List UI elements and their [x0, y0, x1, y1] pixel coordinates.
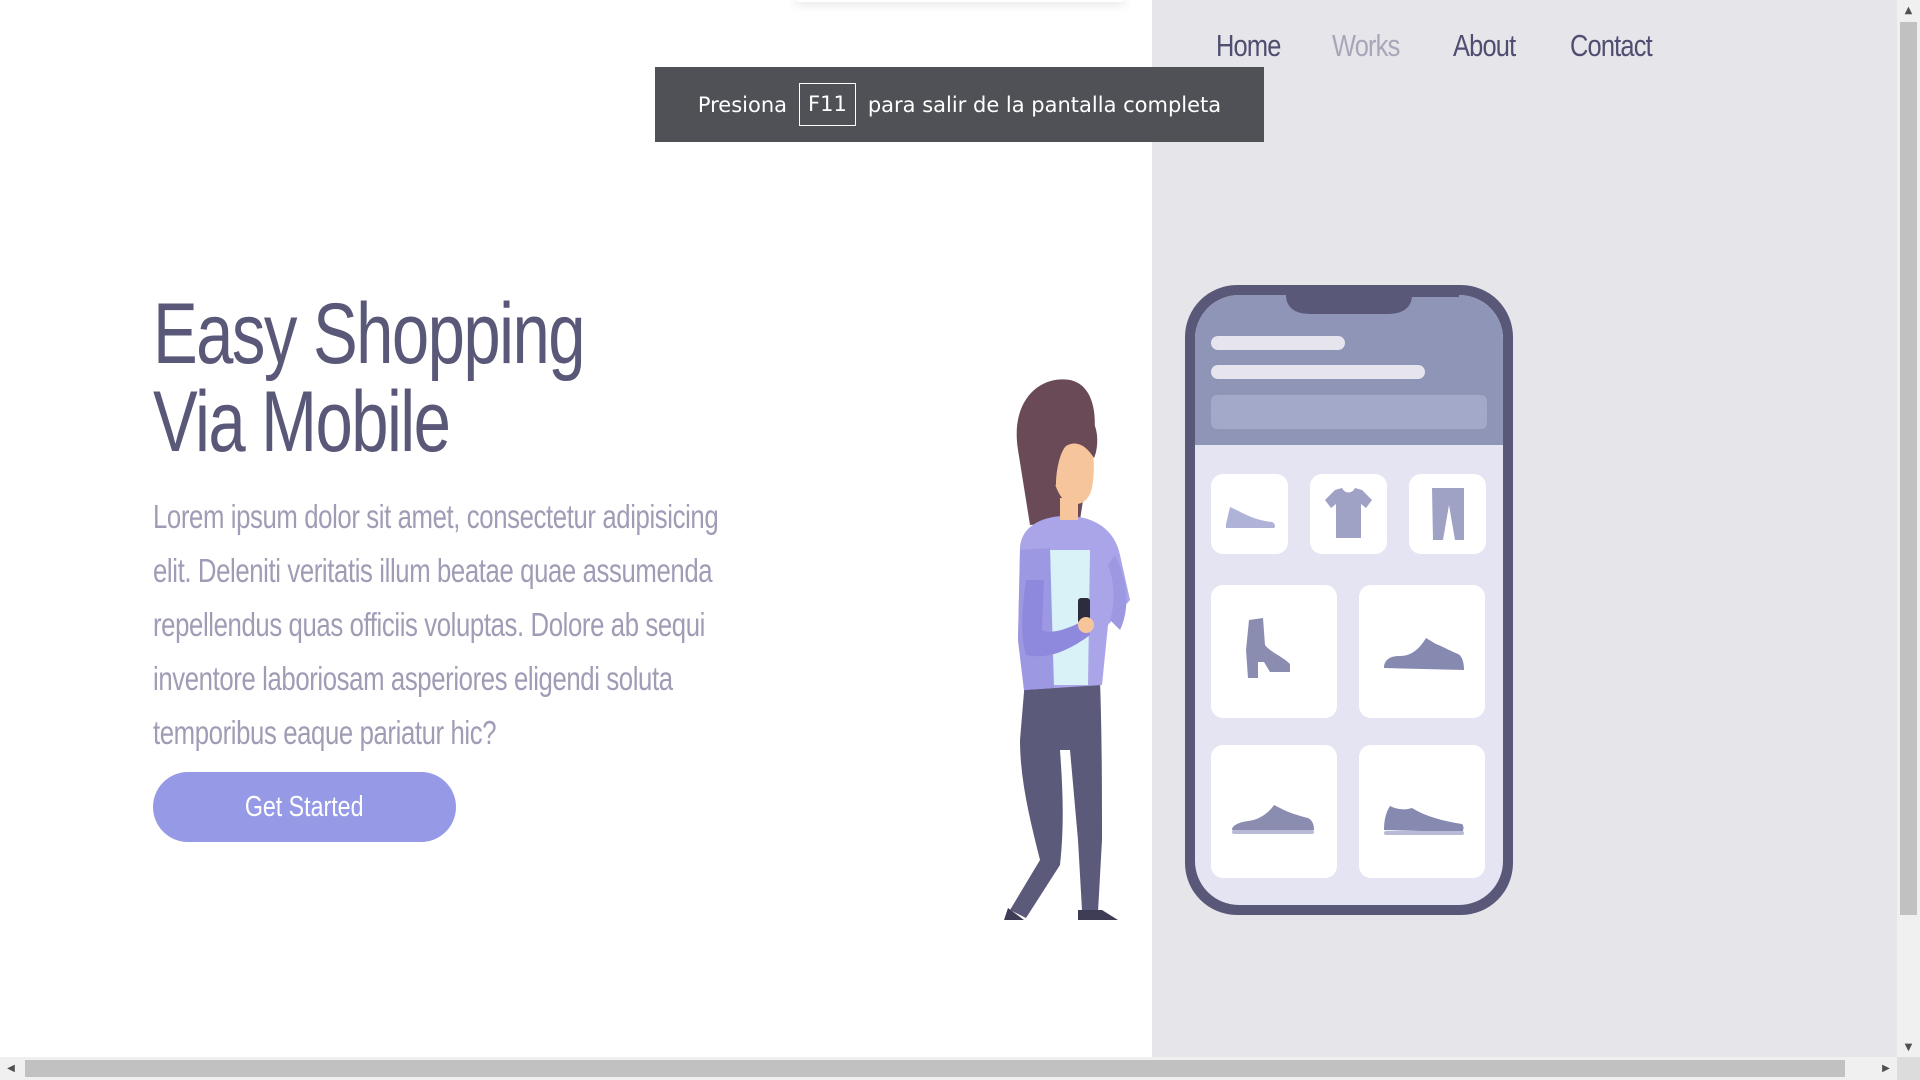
get-started-button[interactable]: Get Started: [153, 772, 456, 842]
horizontal-scroll-thumb[interactable]: [25, 1060, 1845, 1077]
scroll-down-arrow-icon[interactable]: ▼: [1897, 1037, 1920, 1057]
scroll-left-arrow-icon[interactable]: ◀: [0, 1057, 22, 1080]
scrollbar-corner: [1897, 1057, 1920, 1080]
nav-home[interactable]: Home: [1216, 28, 1281, 64]
hero-title-line2: Via Mobile: [153, 374, 451, 470]
scroll-right-arrow-icon[interactable]: ▶: [1875, 1057, 1897, 1080]
fullscreen-notice-suffix: para salir de la pantalla completa: [867, 92, 1222, 117]
get-started-label: Get Started: [245, 790, 364, 823]
f11-key: F11: [799, 83, 856, 126]
nav-about[interactable]: About: [1453, 28, 1516, 64]
nav-works[interactable]: Works: [1332, 28, 1400, 64]
page-viewport: Home Works About Contact Easy Shopping V…: [0, 0, 1897, 1057]
horizontal-scrollbar[interactable]: ◀ ▶: [0, 1057, 1897, 1080]
fullscreen-notice: Presiona F11 para salir de la pantalla c…: [655, 67, 1264, 142]
hero-description: Lorem ipsum dolor sit amet, consectetur …: [153, 498, 719, 751]
nav-contact[interactable]: Contact: [1570, 28, 1653, 64]
shopping-illustration: [1004, 285, 1513, 920]
top-shadow: [795, 0, 1125, 2]
woman-figure: [1004, 379, 1130, 920]
vertical-scroll-thumb[interactable]: [1900, 22, 1917, 915]
scroll-up-arrow-icon[interactable]: ▲: [1897, 0, 1920, 20]
hero-title: Easy Shopping Via Mobile: [153, 290, 586, 466]
phone-illustration: [1185, 285, 1513, 915]
hero-title-line1: Easy Shopping: [153, 286, 586, 382]
fullscreen-notice-prefix: Presiona: [697, 92, 788, 117]
vertical-scrollbar[interactable]: ▲ ▼: [1897, 0, 1920, 1057]
